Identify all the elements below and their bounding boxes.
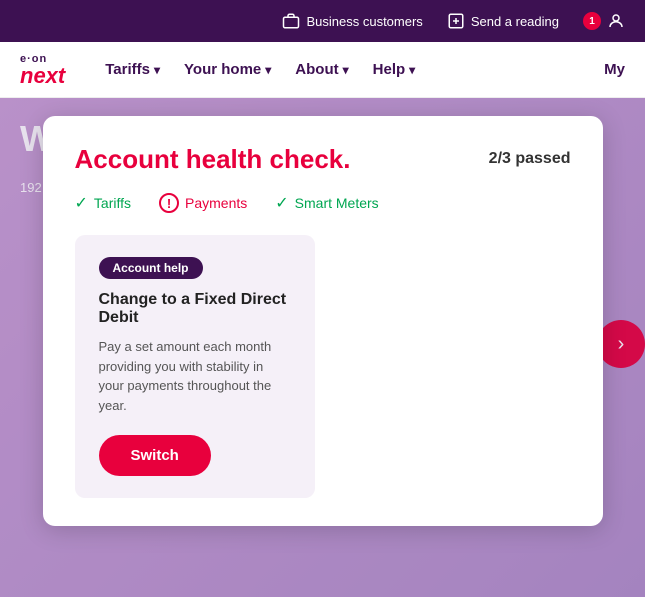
tariffs-chevron-icon: ▾ (154, 63, 160, 77)
notification-area[interactable]: 1 (583, 12, 625, 30)
check-tariffs-label: Tariffs (94, 195, 131, 211)
help-label: Help (373, 61, 406, 78)
your-home-label: Your home (184, 61, 261, 78)
health-check-modal: Account health check. 2/3 passed ✓ Tarif… (43, 116, 603, 526)
business-customers-link[interactable]: Business customers (282, 12, 422, 30)
briefcase-icon (282, 12, 300, 30)
logo[interactable]: e·on next (20, 53, 65, 87)
notification-badge: 1 (583, 12, 601, 30)
your-home-chevron-icon: ▾ (265, 63, 271, 77)
card-description: Pay a set amount each month providing yo… (99, 337, 291, 415)
check-payments-warning-icon: ! (159, 193, 179, 213)
check-payments: ! Payments (159, 193, 247, 213)
top-bar: Business customers Send a reading 1 (0, 0, 645, 42)
account-help-card: Account help Change to a Fixed Direct De… (75, 235, 315, 498)
nav-bar: e·on next Tariffs ▾ Your home ▾ About ▾ … (0, 42, 645, 98)
check-items: ✓ Tariffs ! Payments ✓ Smart Meters (75, 193, 571, 213)
business-label: Business customers (306, 14, 422, 29)
meter-icon (447, 12, 465, 30)
switch-button[interactable]: Switch (99, 435, 211, 476)
check-payments-label: Payments (185, 195, 247, 211)
modal-header: Account health check. 2/3 passed (75, 144, 571, 175)
modal-passed: 2/3 passed (489, 150, 571, 168)
check-tariffs-icon: ✓ (75, 193, 88, 213)
modal-overlay: Account health check. 2/3 passed ✓ Tarif… (0, 98, 645, 597)
my-label: My (604, 61, 625, 78)
about-label: About (295, 61, 338, 78)
logo-next: next (20, 65, 65, 87)
card-badge: Account help (99, 257, 203, 279)
modal-title: Account health check. (75, 144, 351, 175)
nav-about[interactable]: About ▾ (295, 61, 348, 78)
card-title: Change to a Fixed Direct Debit (99, 291, 291, 327)
check-smart-meters-icon: ✓ (275, 193, 288, 213)
check-smart-meters: ✓ Smart Meters (275, 193, 378, 213)
send-reading-link[interactable]: Send a reading (447, 12, 559, 30)
help-chevron-icon: ▾ (409, 63, 415, 77)
nav-tariffs[interactable]: Tariffs ▾ (105, 61, 160, 78)
nav-your-home[interactable]: Your home ▾ (184, 61, 271, 78)
nav-help[interactable]: Help ▾ (373, 61, 416, 78)
nav-my[interactable]: My (604, 61, 625, 78)
account-icon (607, 12, 625, 30)
tariffs-label: Tariffs (105, 61, 150, 78)
check-tariffs: ✓ Tariffs (75, 193, 132, 213)
about-chevron-icon: ▾ (343, 63, 349, 77)
send-reading-label: Send a reading (471, 14, 559, 29)
check-smart-meters-label: Smart Meters (295, 195, 379, 211)
